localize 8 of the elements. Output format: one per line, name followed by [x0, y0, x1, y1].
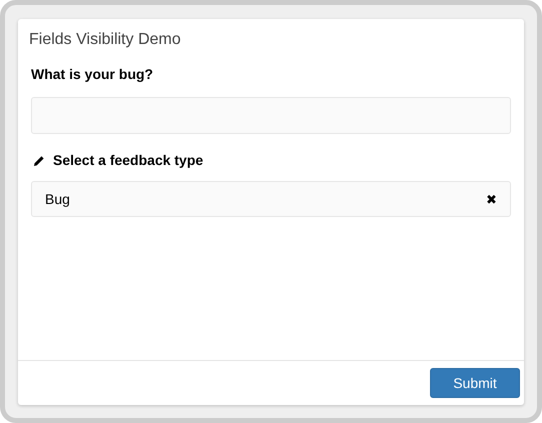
field-label: Select a feedback type	[53, 151, 204, 170]
field-label: What is your bug?	[31, 65, 154, 84]
select-field[interactable]: Bug ✖	[31, 181, 511, 217]
pencil-icon	[33, 154, 45, 166]
window-title: Fields Visibility Demo	[29, 31, 181, 48]
clear-button[interactable]: ✖	[486, 192, 497, 206]
input-field[interactable]	[31, 97, 511, 134]
submit-button[interactable]: Submit	[430, 368, 520, 398]
